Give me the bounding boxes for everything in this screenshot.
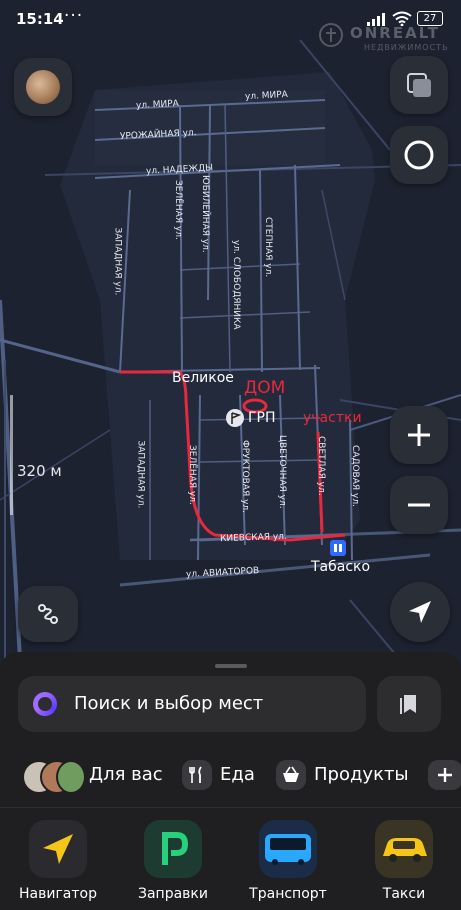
for-you-avatars-icon[interactable] bbox=[22, 758, 86, 794]
route-button[interactable] bbox=[18, 586, 78, 642]
alice-icon-center bbox=[38, 697, 52, 711]
layers-button[interactable] bbox=[390, 56, 448, 114]
app-fuel-label: Заправки bbox=[138, 886, 208, 902]
route-icon bbox=[38, 604, 58, 624]
zoom-in-button[interactable] bbox=[390, 406, 448, 464]
category-food[interactable]: Еда bbox=[220, 764, 255, 785]
basket-icon bbox=[276, 760, 306, 790]
status-bar: 15:14 ··· 27 bbox=[0, 0, 461, 38]
fuel-p-icon bbox=[162, 832, 189, 865]
my-location-button[interactable] bbox=[390, 582, 450, 642]
app-transport-label: Транспорт bbox=[249, 886, 327, 902]
place-label-grp[interactable]: ГРП bbox=[248, 410, 276, 426]
street-label-tsvetochnaya: ЦВЕТОЧНАЯ ул. bbox=[277, 435, 287, 509]
app-navigator-label: Навигатор bbox=[19, 886, 97, 902]
search-input[interactable]: Поиск и выбор мест bbox=[74, 693, 263, 714]
bottom-sheet[interactable]: Поиск и выбор мест Для вас Еда Продукты bbox=[0, 652, 461, 910]
minus-icon bbox=[408, 503, 430, 507]
street-label-slobodyanika: ул. СЛОБОДЯНИКА bbox=[231, 240, 241, 330]
app-transport-button[interactable] bbox=[259, 820, 317, 878]
plus-icon bbox=[408, 424, 430, 446]
profile-avatar-button[interactable] bbox=[14, 58, 72, 116]
category-for-you[interactable]: Для вас bbox=[89, 764, 163, 785]
location-arrow-icon bbox=[409, 601, 431, 623]
street-label-zapadnaya-top: ЗАПАДНАЯ ул. bbox=[112, 227, 123, 296]
app-taxi-button[interactable] bbox=[375, 820, 433, 878]
zoom-out-button[interactable] bbox=[390, 476, 448, 534]
place-label-village[interactable]: Великое bbox=[172, 370, 234, 386]
bus-icon bbox=[265, 834, 311, 865]
more-categories-button[interactable] bbox=[428, 760, 461, 790]
street-label-svetlaya: СВЕТЛАЯ ул. bbox=[316, 436, 326, 496]
street-label-zelenaya-top: ЗЕЛЁНАЯ ул. bbox=[173, 180, 183, 240]
navigator-arrow-icon bbox=[43, 834, 73, 864]
signal-icon bbox=[367, 13, 385, 26]
sheet-drag-handle[interactable] bbox=[215, 664, 247, 668]
scale-bar bbox=[10, 395, 13, 515]
search-bar[interactable]: Поиск и выбор мест bbox=[18, 676, 366, 732]
annotation-uchastki: участки bbox=[303, 410, 362, 426]
app-navigator-button[interactable] bbox=[29, 820, 87, 878]
wifi-icon bbox=[392, 11, 412, 26]
street-label-stepnaya: СТЕПНАЯ ул. bbox=[263, 217, 273, 278]
app-fuel-button[interactable] bbox=[144, 820, 202, 878]
shop-marker-icon bbox=[330, 540, 346, 556]
alice-assistant-button[interactable] bbox=[390, 126, 448, 184]
grp-marker-icon bbox=[226, 409, 244, 427]
bookmark-icon bbox=[400, 695, 416, 714]
divider bbox=[0, 807, 461, 808]
street-label-sadovaya: САДОВАЯ ул. bbox=[350, 445, 360, 507]
fork-knife-icon bbox=[182, 760, 212, 790]
bookmarks-button[interactable] bbox=[377, 676, 441, 732]
street-label-fruktovaya: ФРУКТОВАЯ ул. bbox=[240, 440, 250, 514]
annotation-dom: ДОМ bbox=[244, 378, 286, 398]
category-products[interactable]: Продукты bbox=[314, 764, 409, 785]
street-label-yubileynaya: ЮБИЛЕЙНАЯ ул. bbox=[200, 175, 210, 253]
scale-label: 320 м bbox=[17, 462, 62, 480]
street-label-zelenaya-bottom: ЗЕЛЁНАЯ ул. bbox=[187, 445, 197, 505]
battery-icon: 27 bbox=[417, 11, 443, 26]
street-label-zapadnaya-bottom: ЗАПАДНАЯ ул. bbox=[135, 440, 146, 509]
status-dots: ··· bbox=[64, 6, 84, 26]
layers-icon bbox=[407, 73, 431, 97]
taxi-car-icon bbox=[383, 838, 427, 862]
plus-icon bbox=[438, 768, 452, 782]
avatar bbox=[26, 70, 60, 104]
place-label-shop[interactable]: Табаско bbox=[311, 559, 370, 575]
status-time: 15:14 bbox=[16, 10, 64, 28]
watermark-subtitle: НЕДВИЖИМОСТЬ bbox=[364, 43, 449, 52]
alice-ring-icon bbox=[404, 140, 434, 170]
app-taxi-label: Такси bbox=[382, 886, 426, 902]
